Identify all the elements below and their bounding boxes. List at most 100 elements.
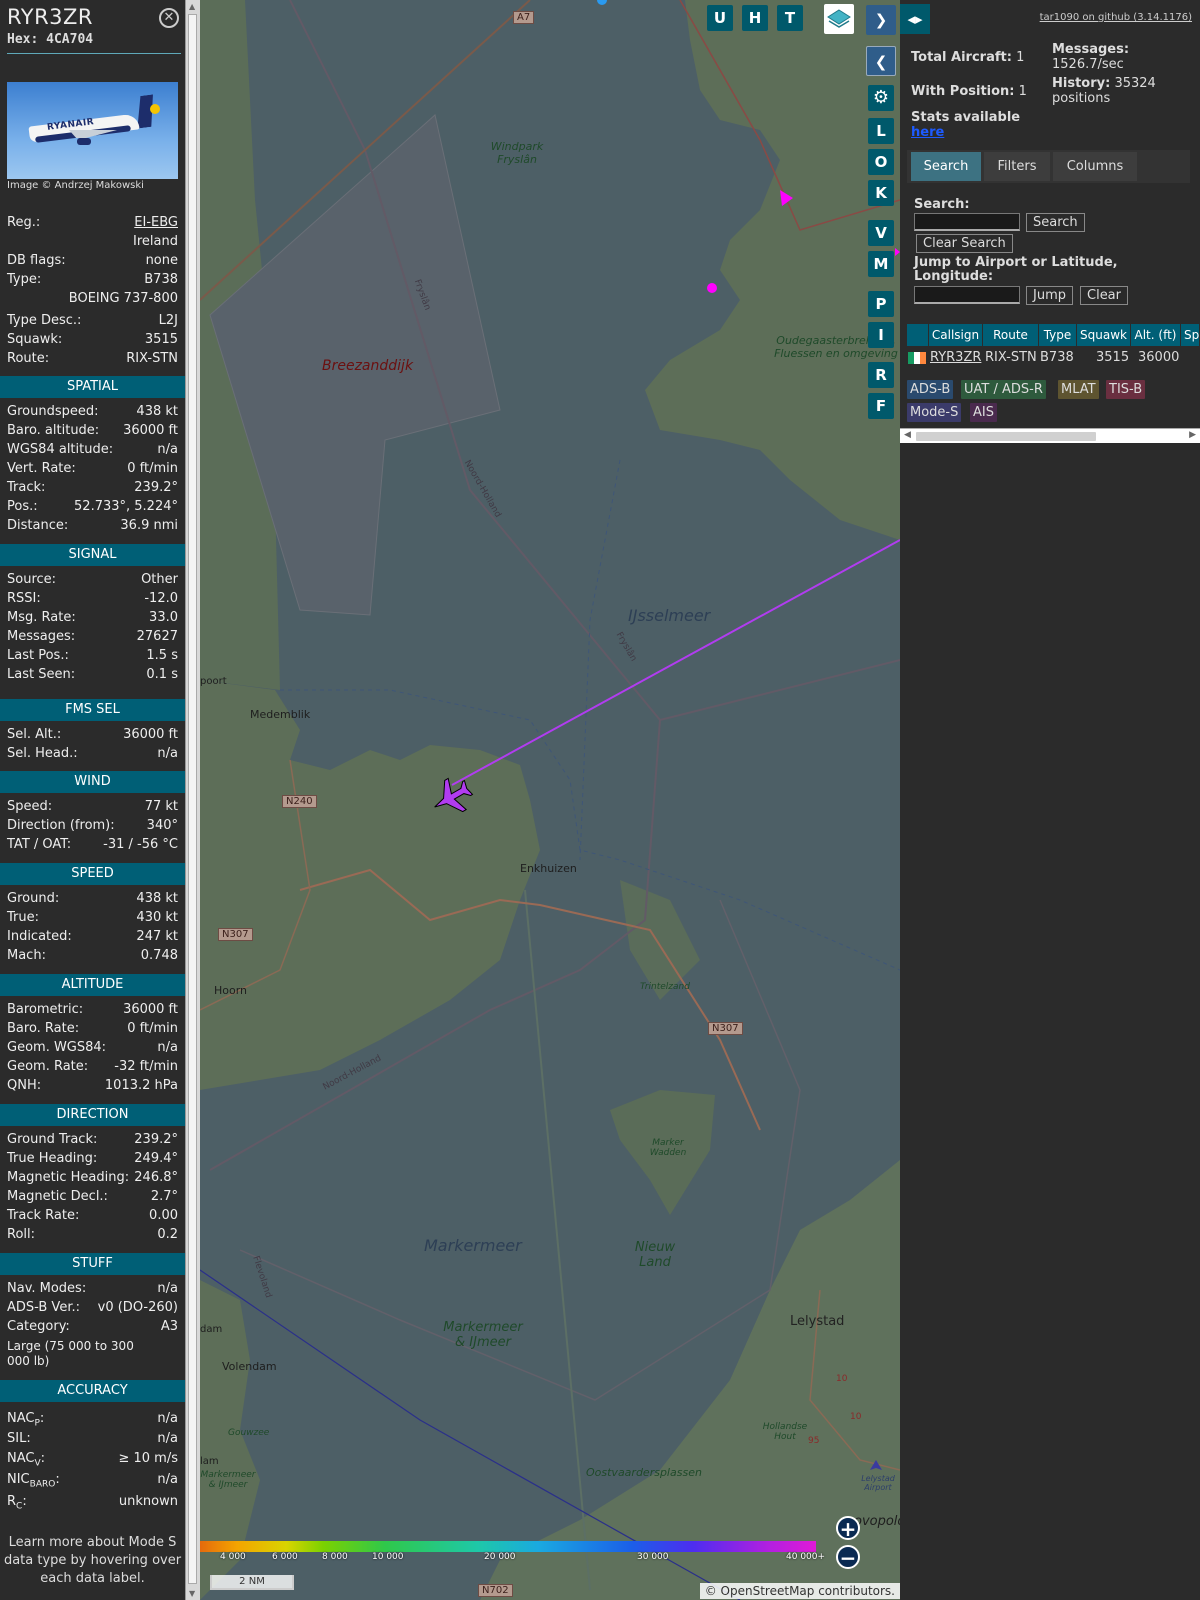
scroll-right-icon[interactable]: ▶ — [1189, 430, 1196, 440]
info-label[interactable]: Sel. Alt.: — [7, 727, 61, 742]
layers-button[interactable] — [824, 4, 854, 34]
col-type[interactable]: Type — [1039, 324, 1077, 346]
scroll-down-icon[interactable]: ▼ — [189, 1589, 195, 1598]
info-label[interactable]: Baro. altitude: — [7, 423, 99, 438]
map-button-k[interactable]: K — [868, 180, 894, 206]
info-label[interactable]: Distance: — [7, 518, 68, 533]
info-label[interactable]: Barometric: — [7, 1002, 83, 1017]
map-button-r[interactable]: R — [868, 362, 894, 388]
info-label[interactable]: Baro. Rate: — [7, 1021, 79, 1036]
info-label[interactable]: Nav. Modes: — [7, 1281, 86, 1296]
close-info-button[interactable]: ✕ — [159, 8, 179, 28]
info-label[interactable]: Ground: — [7, 891, 59, 906]
map-button-m[interactable]: M — [868, 251, 894, 277]
info-label[interactable]: Track Rate: — [7, 1208, 79, 1223]
aircraft-marker-top[interactable] — [597, 0, 607, 5]
map-button-t[interactable]: T — [777, 5, 803, 31]
tab-filters[interactable]: Filters — [984, 152, 1050, 181]
info-label[interactable]: Last Seen: — [7, 667, 75, 682]
source-badge[interactable]: AIS — [970, 403, 997, 422]
map[interactable]: Windpark Fryslân Breezanddijk IJsselmeer… — [200, 0, 900, 1600]
info-label[interactable]: TAT / OAT: — [7, 837, 71, 852]
info-label[interactable]: Geom. Rate: — [7, 1059, 88, 1074]
info-label[interactable]: Last Pos.: — [7, 648, 69, 663]
info-label[interactable]: QNH: — [7, 1078, 41, 1093]
sidebar-toggle-button[interactable]: ◂▸ — [900, 4, 930, 34]
collapse-sidebar-button[interactable]: ❮ — [866, 46, 896, 76]
search-button[interactable]: Search — [1026, 213, 1085, 232]
version-link[interactable]: tar1090 on github (3.14.1176) — [1040, 12, 1192, 23]
info-label[interactable]: WGS84 altitude: — [7, 442, 113, 457]
col-flag[interactable] — [907, 324, 929, 346]
info-label[interactable]: True: — [7, 910, 39, 925]
zoom-in-button[interactable]: + — [836, 1516, 860, 1540]
zoom-out-button[interactable]: − — [836, 1545, 860, 1569]
info-label[interactable]: RC: — [7, 1494, 27, 1512]
map-button-u[interactable]: U — [707, 5, 733, 31]
info-label[interactable]: Pos.: — [7, 499, 38, 514]
expand-sidebar-button[interactable]: ❯ — [866, 5, 896, 35]
scroll-up-icon[interactable]: ▲ — [189, 2, 195, 11]
info-label[interactable]: NICBARO: — [7, 1472, 60, 1490]
info-label[interactable]: NACP: — [7, 1411, 44, 1429]
map-button-h[interactable]: H — [742, 5, 768, 31]
info-label[interactable]: RSSI: — [7, 591, 41, 606]
info-label[interactable]: Msg. Rate: — [7, 610, 76, 625]
jump-input[interactable] — [914, 286, 1020, 304]
info-scrollbar[interactable]: ▲ ▼ — [185, 0, 200, 1600]
info-label[interactable]: Source: — [7, 572, 56, 587]
info-label[interactable]: Track: — [7, 480, 45, 495]
info-label[interactable]: Groundspeed: — [7, 404, 98, 419]
clear-jump-button[interactable]: Clear — [1080, 286, 1128, 305]
info-label[interactable]: Roll: — [7, 1227, 35, 1242]
stats-link[interactable]: here — [911, 125, 944, 140]
source-badge[interactable]: Mode-S — [907, 403, 962, 422]
map-button-o[interactable]: O — [868, 149, 894, 175]
source-badge[interactable]: ADS-B — [907, 380, 954, 399]
clear-search-button[interactable]: Clear Search — [916, 234, 1013, 253]
tab-columns[interactable]: Columns — [1053, 152, 1137, 181]
table-horizontal-scrollbar[interactable]: ◀ ▶ — [900, 428, 1200, 443]
source-badge[interactable]: UAT / ADS-R — [961, 380, 1046, 399]
info-label[interactable]: ADS-B Ver.: — [7, 1300, 80, 1315]
source-badge[interactable]: MLAT — [1058, 380, 1099, 399]
info-label[interactable]: Messages: — [7, 629, 75, 644]
row-callsign[interactable]: RYR3ZR — [930, 350, 981, 365]
info-label[interactable]: Speed: — [7, 799, 52, 814]
map-button-v[interactable]: V — [868, 220, 894, 246]
jump-button[interactable]: Jump — [1026, 286, 1073, 305]
map-attribution[interactable]: © OpenStreetMap contributors. — [699, 1583, 900, 1599]
tab-search[interactable]: Search — [911, 152, 981, 181]
info-label[interactable]: Geom. WGS84: — [7, 1040, 106, 1055]
info-label[interactable]: Direction (from): — [7, 818, 115, 833]
info-label[interactable]: SIL: — [7, 1431, 31, 1446]
col-altitude[interactable]: Alt. (ft) — [1131, 324, 1181, 346]
info-label[interactable]: Ground Track: — [7, 1132, 97, 1147]
hscroll-thumb[interactable] — [916, 432, 1096, 441]
col-squawk[interactable]: Squawk — [1077, 324, 1131, 346]
info-label[interactable]: Category: — [7, 1319, 70, 1334]
info-label[interactable]: Mach: — [7, 948, 46, 963]
info-label[interactable]: True Heading: — [7, 1151, 97, 1166]
registration-link[interactable]: EI-EBG — [134, 215, 178, 230]
map-button-p[interactable]: P — [868, 291, 894, 317]
col-callsign[interactable]: Callsign — [929, 324, 983, 346]
info-label[interactable]: Vert. Rate: — [7, 461, 76, 476]
scroll-left-icon[interactable]: ◀ — [904, 430, 911, 440]
search-input[interactable] — [914, 213, 1020, 231]
settings-button[interactable]: ⚙ — [868, 85, 894, 111]
source-badge[interactable]: TIS-B — [1106, 380, 1146, 399]
info-label[interactable]: Indicated: — [7, 929, 72, 944]
info-label[interactable]: Sel. Head.: — [7, 746, 78, 761]
map-button-f[interactable]: F — [868, 393, 894, 419]
info-label[interactable]: NACV: — [7, 1451, 45, 1469]
map-button-l[interactable]: L — [868, 118, 894, 144]
info-label[interactable]: Magnetic Heading: — [7, 1170, 129, 1185]
col-speed[interactable]: Sp — [1181, 324, 1200, 346]
aircraft-photo[interactable]: RYANAIR — [7, 82, 178, 179]
info-label[interactable]: Magnetic Decl.: — [7, 1189, 108, 1204]
scrollbar-thumb[interactable] — [188, 14, 197, 1584]
col-route[interactable]: Route — [983, 324, 1039, 346]
poi-marker[interactable] — [707, 283, 717, 293]
map-button-i[interactable]: I — [868, 322, 894, 348]
